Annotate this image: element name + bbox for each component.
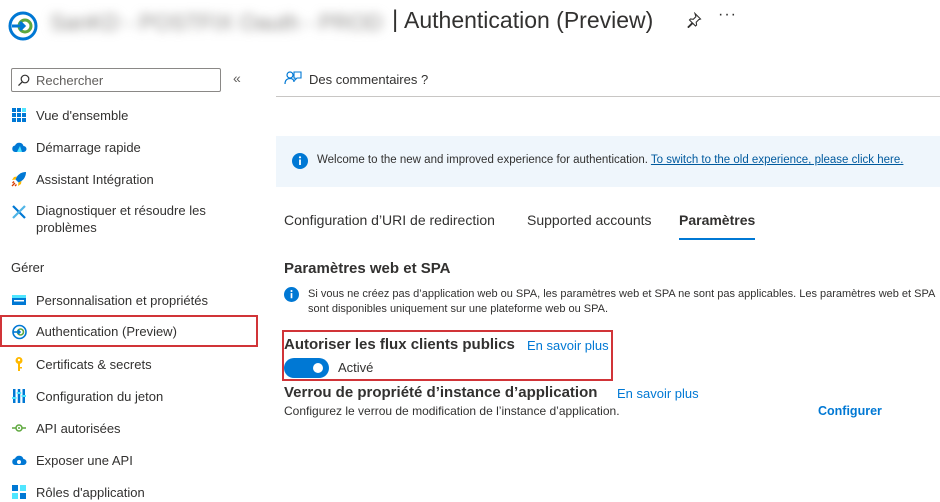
- sidebar: « Vue d'ensemble Démarrage rapide Assist…: [0, 62, 258, 502]
- banner-text: Welcome to the new and improved experien…: [317, 154, 904, 166]
- configure-button[interactable]: Configurer: [818, 404, 882, 418]
- cloud-api-icon: [12, 455, 27, 465]
- pin-icon[interactable]: [686, 12, 702, 28]
- search-icon: [18, 74, 30, 87]
- sidebar-item-certificates[interactable]: Certificats & secrets: [0, 349, 258, 379]
- rocket-icon: [11, 172, 26, 187]
- api-icon: [12, 424, 26, 432]
- sidebar-item-label: Diagnostiquer et résoudre les problèmes: [36, 203, 206, 235]
- sidebar-item-label: Certificats & secrets: [36, 356, 152, 372]
- sidebar-item-label: Démarrage rapide: [36, 139, 141, 155]
- info-icon: [292, 153, 308, 169]
- sidebar-item-integration-assistant[interactable]: Assistant Intégration: [0, 164, 258, 194]
- tab-supported-accounts[interactable]: Supported accounts: [527, 212, 652, 240]
- instance-lock-description: Configurez le verrou de modification de …: [284, 404, 620, 418]
- sidebar-item-expose-api[interactable]: Exposer une API: [0, 445, 258, 475]
- auth-icon: [12, 324, 27, 340]
- page-title: Authentication (Preview): [404, 7, 654, 33]
- sidebar-item-diagnose[interactable]: Diagnostiquer et résoudre les problèmes: [0, 196, 258, 236]
- app-name: SanKD - POSTFIX Oauth - PROD: [50, 10, 383, 34]
- command-bar: Des commentaires ?: [276, 62, 940, 97]
- sidebar-item-label: API autorisées: [36, 420, 121, 436]
- key-icon: [15, 357, 23, 371]
- feedback-button[interactable]: Des commentaires ?: [309, 72, 428, 87]
- sidebar-item-label: Vue d'ensemble: [36, 107, 129, 123]
- web-spa-info-text: Si vous ne créez pas d’application web o…: [308, 288, 935, 315]
- info-banner: Welcome to the new and improved experien…: [276, 136, 940, 187]
- sidebar-item-label: Configuration du jeton: [36, 388, 164, 404]
- sidebar-item-quickstart[interactable]: Démarrage rapide: [0, 132, 258, 162]
- public-flows-toggle[interactable]: [284, 358, 329, 378]
- public-flows-toggle-state: Activé: [338, 360, 374, 375]
- public-flows-title: Autoriser les flux clients publics: [284, 336, 515, 353]
- sidebar-item-label: Personnalisation et propriétés: [36, 292, 208, 308]
- token-icon: [12, 389, 26, 403]
- roles-icon: [12, 485, 26, 499]
- sidebar-item-label: Rôles d'application: [36, 484, 145, 500]
- cloud-icon: [12, 142, 27, 152]
- public-flows-learn-more-link[interactable]: En savoir plus: [527, 338, 609, 353]
- sidebar-item-branding[interactable]: Personnalisation et propriétés: [0, 285, 258, 315]
- toggle-knob: [313, 363, 323, 373]
- sidebar-item-label: Authentication (Preview): [36, 323, 177, 339]
- info-icon: [284, 287, 299, 302]
- title-separator: |: [392, 6, 399, 33]
- main-content: Des commentaires ? Welcome to the new an…: [276, 62, 940, 502]
- old-experience-link[interactable]: To switch to the old experience, please …: [651, 154, 904, 166]
- instance-lock-title: Verrou de propriété d’instance d’applica…: [284, 384, 598, 401]
- feedback-icon[interactable]: [284, 70, 302, 88]
- web-spa-title: Paramètres web et SPA: [284, 260, 451, 277]
- sidebar-item-api-permissions[interactable]: API autorisées: [0, 413, 258, 443]
- search-box[interactable]: [11, 68, 221, 92]
- instance-lock-learn-more-link[interactable]: En savoir plus: [617, 386, 699, 401]
- app-registration-icon: [8, 11, 38, 41]
- tab-settings[interactable]: Paramètres: [679, 212, 756, 240]
- search-input[interactable]: [36, 71, 216, 89]
- sidebar-item-authentication[interactable]: Authentication (Preview): [0, 315, 258, 347]
- wrench-icon: [12, 205, 26, 219]
- collapse-sidebar-icon[interactable]: «: [233, 70, 241, 86]
- sidebar-item-token-config[interactable]: Configuration du jeton: [0, 381, 258, 411]
- page-header: SanKD - POSTFIX Oauth - PROD | Authentic…: [0, 0, 940, 48]
- sidebar-item-label: Assistant Intégration: [36, 171, 154, 187]
- more-options-icon[interactable]: ···: [718, 6, 737, 24]
- branding-icon: [12, 295, 26, 305]
- tab-redirect-uri[interactable]: Configuration d’URI de redirection: [284, 212, 495, 240]
- grid-icon: [12, 108, 26, 122]
- group-label-manage: Gérer: [11, 260, 45, 275]
- sidebar-item-app-roles[interactable]: Rôles d'application: [0, 477, 258, 502]
- sidebar-item-overview[interactable]: Vue d'ensemble: [0, 100, 258, 130]
- sidebar-item-label: Exposer une API: [36, 452, 133, 468]
